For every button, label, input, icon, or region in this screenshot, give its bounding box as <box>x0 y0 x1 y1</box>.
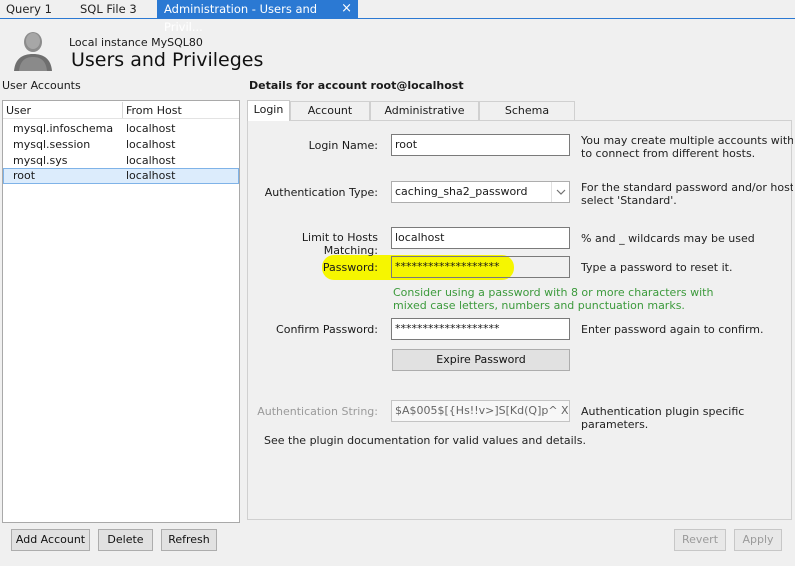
chevron-down-icon[interactable] <box>551 182 569 202</box>
auth-string-hint: Authentication plugin specific parameter… <box>581 405 745 431</box>
user-cell: mysql.session <box>13 138 91 151</box>
expire-password-button[interactable]: Expire Password <box>392 349 570 371</box>
tab-administration-label: Administration - Users and Privil... <box>164 2 318 34</box>
table-row[interactable]: mysql.sys localhost <box>3 153 239 169</box>
host-cell: localhost <box>126 154 176 167</box>
add-account-button[interactable]: Add Account <box>11 529 90 551</box>
password-label: Password: <box>322 261 378 274</box>
login-name-hint: You may create multiple accounts with th… <box>581 134 793 160</box>
host-cell: localhost <box>126 138 176 151</box>
auth-type-value: caching_sha2_password <box>395 185 528 198</box>
login-name-label: Login Name: <box>308 139 378 152</box>
user-cell: mysql.infoschema <box>13 122 114 135</box>
apply-button[interactable]: Apply <box>734 529 782 551</box>
tab-administrative-roles[interactable]: Administrative Roles <box>370 101 479 135</box>
column-header-user[interactable]: User <box>6 104 31 117</box>
tab-query-1[interactable]: Query 1 <box>0 0 66 19</box>
host-cell: localhost <box>126 122 176 135</box>
user-accounts-list[interactable]: User From Host mysql.infoschema localhos… <box>2 100 240 523</box>
user-accounts-label: User Accounts <box>2 79 81 92</box>
password-hint: Type a password to reset it. <box>581 261 733 274</box>
tab-login[interactable]: Login <box>247 100 290 121</box>
column-divider[interactable] <box>122 102 123 118</box>
tab-account-limits[interactable]: Account Limits <box>290 101 370 135</box>
auth-string-label: Authentication String: <box>257 405 378 418</box>
tab-schema-privileges[interactable]: Schema Privileges <box>479 101 575 135</box>
user-cell: root <box>13 169 36 182</box>
confirm-password-input[interactable]: ******************* <box>391 318 570 340</box>
confirm-password-label: Confirm Password: <box>276 323 378 336</box>
login-name-input[interactable]: root <box>391 134 570 156</box>
tab-administration-users[interactable]: Administration - Users and Privil... × <box>157 0 358 34</box>
instance-name: Local instance MySQL80 <box>69 36 203 49</box>
auth-type-select[interactable]: caching_sha2_password <box>391 181 570 203</box>
limit-hosts-input[interactable]: localhost <box>391 227 570 249</box>
user-cell: mysql.sys <box>13 154 68 167</box>
limit-hosts-hint: % and _ wildcards may be used <box>581 232 755 245</box>
document-tab-strip: Query 1 SQL File 3 Administration - User… <box>0 0 795 34</box>
tab-sql-file-3[interactable]: SQL File 3 <box>66 0 158 19</box>
user-avatar-icon <box>14 32 52 71</box>
list-header: User From Host <box>3 101 239 119</box>
host-cell: localhost <box>126 169 176 182</box>
password-input[interactable]: ******************* <box>391 256 570 278</box>
table-row[interactable]: mysql.infoschema localhost <box>3 121 239 137</box>
auth-string-input[interactable]: $A$005$[{Hs!!v>]S[Kd(Q]p^ X6IO <box>391 400 570 422</box>
column-header-from-host[interactable]: From Host <box>126 104 182 117</box>
confirm-password-hint: Enter password again to confirm. <box>581 323 764 336</box>
password-strength-advice: Consider using a password with 8 or more… <box>393 286 714 312</box>
auth-type-label: Authentication Type: <box>264 186 378 199</box>
limit-hosts-label: Limit to Hosts Matching: <box>301 231 378 257</box>
page-title: Users and Privileges <box>71 49 264 71</box>
details-title: Details for account root@localhost <box>249 79 464 92</box>
refresh-button[interactable]: Refresh <box>161 529 217 551</box>
plugin-documentation-note: See the plugin documentation for valid v… <box>264 434 586 447</box>
table-row[interactable]: mysql.session localhost <box>3 137 239 153</box>
revert-button[interactable]: Revert <box>674 529 726 551</box>
close-icon[interactable]: × <box>341 0 352 18</box>
auth-type-hint: For the standard password and/or host ba… <box>581 181 793 207</box>
table-row-selected[interactable]: root localhost <box>3 168 239 184</box>
delete-button[interactable]: Delete <box>98 529 153 551</box>
